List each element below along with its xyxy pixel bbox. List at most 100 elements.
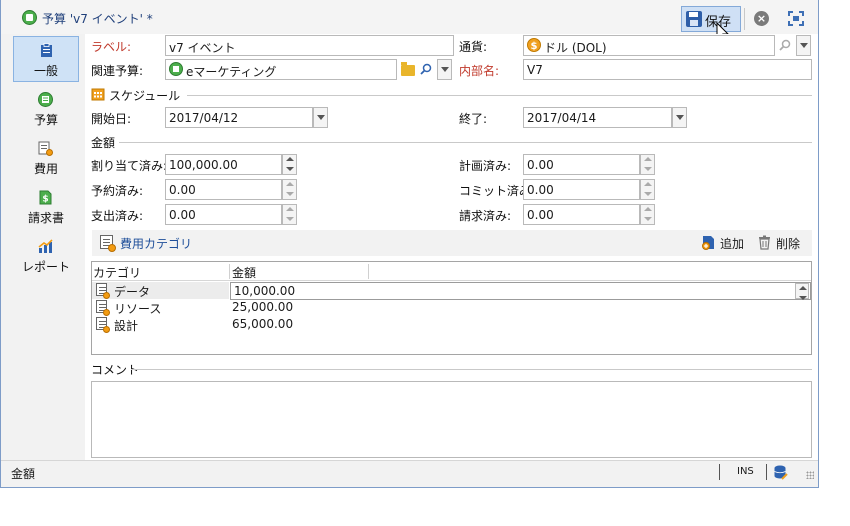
save-button[interactable]: 保存 (681, 6, 741, 32)
folder-icon[interactable] (401, 62, 415, 76)
svg-text:$: $ (42, 195, 48, 205)
expense-categories-grid: カテゴリ 金額 データ 10,000.00 リソース 25,000.00 設計 (91, 261, 812, 355)
budget-app-icon (22, 10, 37, 25)
internal-name-field[interactable]: V7 (523, 59, 812, 80)
invoiced-caption: 請求済み: (459, 209, 512, 223)
table-row[interactable]: データ 10,000.00 (92, 282, 811, 300)
comment-textarea[interactable] (91, 381, 812, 458)
sidebar-item-reports[interactable]: レポート (13, 233, 79, 279)
column-header-category[interactable]: カテゴリ (93, 264, 141, 281)
expand-icon[interactable] (788, 11, 804, 26)
sidebar-item-label: 費用 (33, 162, 58, 176)
sidebar-item-label: 一般 (33, 64, 58, 78)
currency-dollar-icon: $ (527, 38, 541, 52)
planned-field[interactable]: 0.00 (523, 154, 640, 175)
sidebar-item-invoices[interactable]: $ 請求書 (13, 184, 79, 230)
invoiced-field[interactable]: 0.00 (523, 204, 640, 225)
svg-text:$: $ (531, 41, 538, 52)
label-field[interactable]: v7 イベント (165, 35, 454, 56)
reserved-spinner[interactable] (282, 179, 297, 200)
allocated-caption: 割り当て済み: (91, 159, 168, 173)
status-text: 金額 (11, 467, 36, 481)
clipboard-icon (41, 43, 52, 57)
add-button[interactable]: 追加 (700, 230, 752, 256)
table-row[interactable]: リソース 25,000.00 (92, 299, 811, 316)
currency-value: ドル (DOL) (544, 41, 607, 55)
related-budget-dropdown-button[interactable] (437, 59, 452, 80)
search-icon[interactable] (420, 63, 432, 75)
amount-cell-spinner[interactable] (795, 283, 809, 300)
committed-field[interactable]: 0.00 (523, 179, 640, 200)
allocated-field[interactable]: 100,000.00 (165, 154, 282, 175)
expense-category-icon (96, 283, 110, 299)
section-divider (187, 95, 812, 96)
start-date-dropdown-button[interactable] (313, 107, 328, 128)
start-date-field[interactable]: 2017/04/12 (165, 107, 313, 128)
floppy-disk-icon (686, 11, 702, 27)
spent-field[interactable]: 0.00 (165, 204, 282, 225)
expense-categories-link[interactable]: 費用カテゴリ (120, 235, 192, 252)
expense-icon (38, 141, 53, 156)
schedule-section-title: スケジュール (109, 89, 181, 103)
database-icon (774, 465, 788, 480)
table-row[interactable]: 設計 65,000.00 (92, 316, 811, 333)
end-date-field[interactable]: 2017/04/14 (523, 107, 672, 128)
end-date-caption: 終了: (459, 112, 488, 126)
currency-field[interactable]: ドル (DOL) (523, 35, 775, 56)
end-date-dropdown-button[interactable] (672, 107, 687, 128)
report-chart-icon (38, 239, 53, 253)
search-icon[interactable] (779, 39, 791, 51)
expense-category-icon (100, 235, 116, 252)
add-label: 追加 (720, 237, 745, 251)
sidebar-item-expenses[interactable]: 費用 (13, 135, 79, 181)
planned-spinner[interactable] (640, 154, 655, 175)
amount-cell-editor[interactable]: 10,000.00 (230, 282, 811, 300)
expense-categories-toolbar: 費用カテゴリ 追加 削除 (92, 230, 812, 256)
sidebar-item-budget[interactable]: 予算 (13, 86, 79, 132)
status-separator (766, 464, 767, 480)
spent-caption: 支出済み: (91, 209, 144, 223)
amount-cell: 25,000.00 (232, 300, 294, 314)
internal-name-caption: 内部名: (459, 64, 500, 78)
column-header-amount[interactable]: 金額 (232, 264, 256, 281)
committed-spinner[interactable] (640, 179, 655, 200)
category-cell: データ (114, 285, 151, 299)
expense-category-icon (96, 300, 110, 316)
sidebar-item-label: レポート (21, 260, 70, 274)
sidebar-item-general[interactable]: 一般 (13, 36, 79, 82)
allocated-spinner[interactable] (282, 154, 297, 175)
section-divider (131, 369, 812, 370)
general-tab-content: ラベル: v7 イベント 通貨: ドル (DOL) $ 関連予算: eマーケティ… (85, 34, 818, 460)
title-bar: 予算 'v7 イベント' * 保存 × (1, 0, 818, 43)
currency-dropdown-button[interactable] (796, 35, 811, 56)
planned-caption: 計画済み: (459, 159, 512, 173)
related-budget-field[interactable]: eマーケティング (165, 59, 397, 80)
sidebar-item-label: 請求書 (27, 211, 64, 225)
related-budget-caption: 関連予算: (91, 64, 144, 78)
selected-cell-highlight (92, 282, 229, 299)
spent-spinner[interactable] (282, 204, 297, 225)
category-cell: 設計 (114, 319, 139, 333)
related-budget-value: eマーケティング (186, 65, 277, 79)
start-date-caption: 開始日: (91, 112, 132, 126)
invoiced-spinner[interactable] (640, 204, 655, 225)
calendar-icon (91, 88, 105, 101)
status-separator (719, 464, 720, 480)
delete-label: 削除 (776, 237, 801, 251)
currency-caption: 通貨: (459, 40, 488, 54)
reserved-field[interactable]: 0.00 (165, 179, 282, 200)
close-icon[interactable]: × (754, 11, 769, 26)
trash-icon (759, 235, 770, 250)
sidebar-item-label: 予算 (33, 113, 58, 127)
resize-grip[interactable] (806, 471, 814, 479)
amount-section-title: 金額 (91, 136, 116, 150)
window-title: 予算 'v7 イベント' * (42, 12, 153, 26)
status-bar: 金額 INS (1, 460, 818, 482)
label-caption: ラベル: (91, 40, 132, 54)
add-document-icon (702, 236, 714, 250)
column-separator (368, 264, 369, 279)
insert-mode-indicator: INS (737, 466, 754, 477)
budget-icon (38, 92, 53, 107)
sidebar: 一般 予算 費用 $ 請求書 レポート (9, 34, 83, 460)
delete-button[interactable]: 削除 (756, 230, 810, 256)
